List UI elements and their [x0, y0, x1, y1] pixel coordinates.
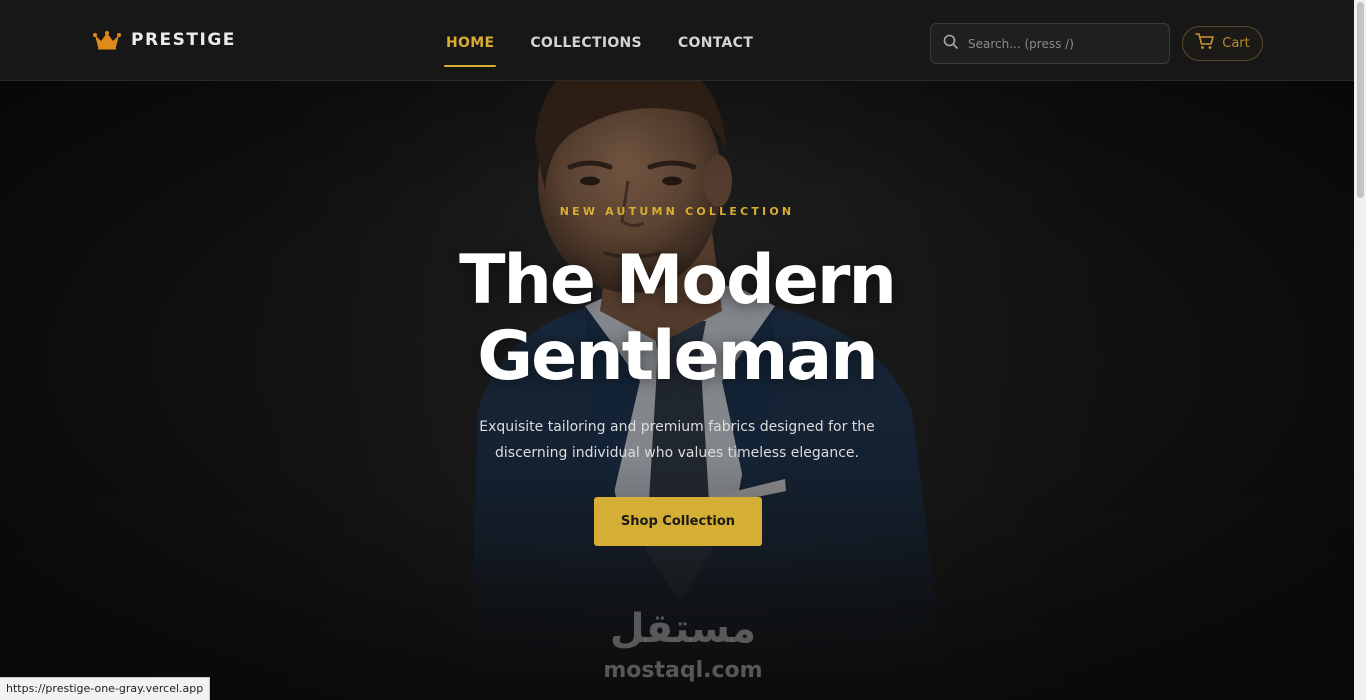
hero-title: The Modern Gentleman [0, 243, 1354, 395]
watermark-arabic: مستقل [609, 606, 757, 652]
main-nav: HOME COLLECTIONS CONTACT [443, 35, 753, 67]
nav-contact[interactable]: CONTACT [678, 35, 753, 51]
hero-title-line-1: The Modern [459, 241, 897, 320]
page-scrollbar[interactable] [1354, 0, 1366, 700]
nav-home[interactable]: HOME [443, 35, 497, 67]
crown-icon [93, 30, 121, 50]
site-header: PRESTIGE HOME COLLECTIONS CONTACT Cart [0, 0, 1354, 81]
search-box[interactable] [930, 23, 1170, 64]
hero-subtitle: Exquisite tailoring and premium fabrics … [479, 419, 875, 461]
cart-label: Cart [1222, 36, 1250, 51]
status-bar-url: https://prestige-one-gray.vercel.app [0, 677, 211, 700]
scrollbar-thumb[interactable] [1357, 2, 1364, 198]
cart-icon [1195, 32, 1215, 55]
watermark-latin: mostaql.com [603, 658, 763, 683]
cart-button[interactable]: Cart [1182, 26, 1263, 61]
search-input[interactable] [968, 36, 1153, 51]
search-icon [943, 34, 958, 54]
shop-collection-button[interactable]: Shop Collection [594, 497, 762, 546]
hero-section: NEW AUTUMN COLLECTION The Modern Gentlem… [0, 81, 1354, 700]
brand-name: PRESTIGE [131, 30, 236, 50]
brand-logo[interactable]: PRESTIGE [93, 30, 236, 50]
nav-collections[interactable]: COLLECTIONS [530, 35, 642, 51]
hero-eyebrow: NEW AUTUMN COLLECTION [559, 205, 795, 218]
hero-title-line-2: Gentleman [477, 317, 878, 396]
